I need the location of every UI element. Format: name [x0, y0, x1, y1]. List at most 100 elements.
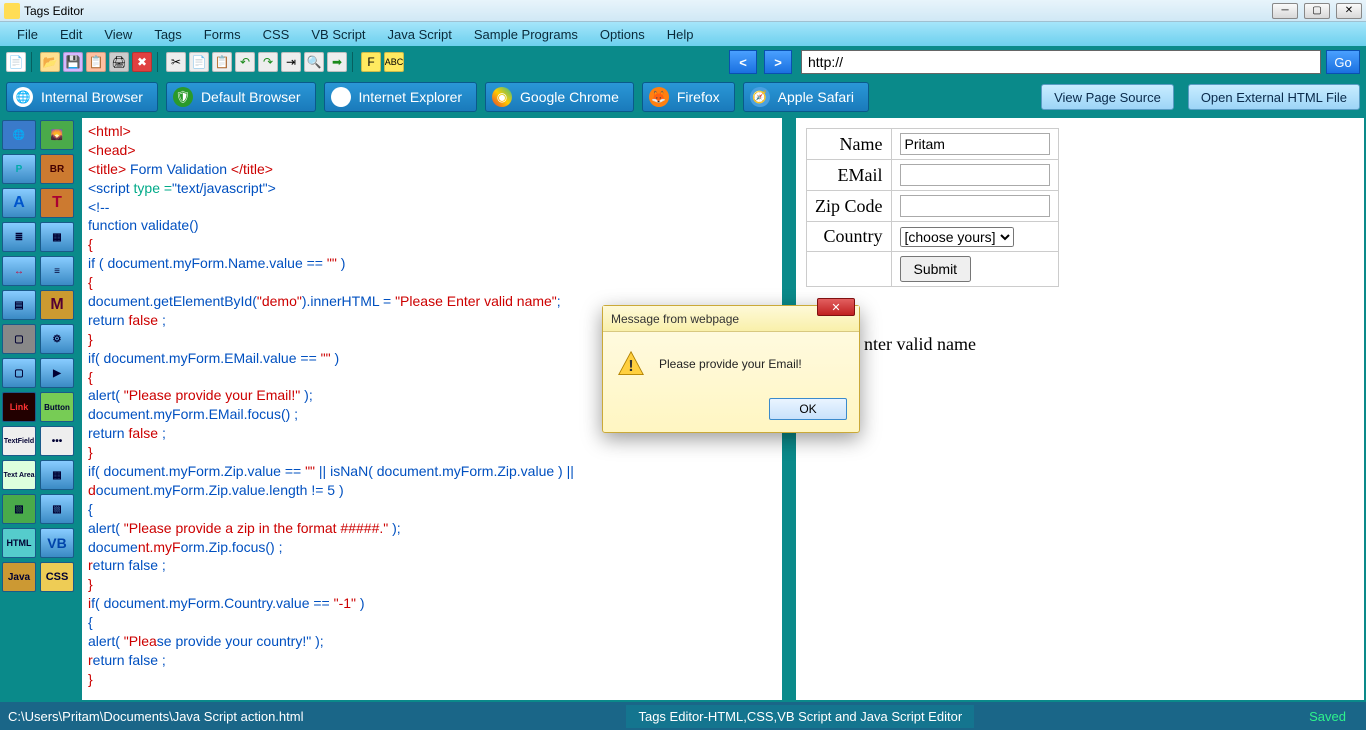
abc-icon[interactable]: ABC [384, 52, 404, 72]
tool-css[interactable]: CSS [40, 562, 74, 592]
tool-image[interactable]: 🌄 [40, 120, 74, 150]
indent-icon[interactable]: ⇥ [281, 52, 301, 72]
tool-list[interactable]: ≣ [2, 222, 36, 252]
tool-textarea[interactable]: Text Area [2, 460, 36, 490]
tool-globe[interactable]: 🌐 [2, 120, 36, 150]
tool-t[interactable]: T [40, 188, 74, 218]
menu-file[interactable]: File [6, 24, 49, 45]
tool-gear[interactable]: ⚙ [40, 324, 74, 354]
find-icon[interactable]: 🔍 [304, 52, 324, 72]
email-label: EMail [807, 160, 892, 191]
browser-label: Default Browser [201, 89, 301, 105]
menu-forms[interactable]: Forms [193, 24, 252, 45]
status-saved: Saved [1297, 709, 1358, 724]
demo-output: nter valid name [864, 334, 976, 355]
email-input[interactable] [900, 164, 1050, 186]
tool-play[interactable]: ▶ [40, 358, 74, 388]
menu-css[interactable]: CSS [252, 24, 301, 45]
minimize-button[interactable]: ─ [1272, 3, 1298, 19]
tool-a[interactable]: A [2, 188, 36, 218]
menu-javascript[interactable]: Java Script [377, 24, 463, 45]
new-icon[interactable]: 📄 [6, 52, 26, 72]
tool-br[interactable]: BR [40, 154, 74, 184]
left-toolbox: 🌐 🌄 P BR A T ≣ ▦ ↔ ≡ ▤ M ▢ ⚙ ▢ ▶ Link Bu… [0, 116, 80, 702]
dialog-ok-button[interactable]: OK [769, 398, 847, 420]
tool-img1[interactable]: ▧ [2, 494, 36, 524]
nav-back-button[interactable]: < [729, 50, 757, 74]
status-app: Tags Editor-HTML,CSS,VB Script and Java … [626, 705, 974, 728]
country-select[interactable]: [choose yours] [900, 227, 1014, 247]
delete-icon[interactable]: ✖ [132, 52, 152, 72]
copy-icon[interactable]: 📄 [189, 52, 209, 72]
saveall-icon[interactable]: 📋 [86, 52, 106, 72]
view-page-source-button[interactable]: View Page Source [1041, 84, 1174, 110]
tool-panel[interactable]: ▢ [2, 358, 36, 388]
menu-help[interactable]: Help [656, 24, 705, 45]
browser-ie[interactable]: e Internet Explorer [324, 82, 478, 112]
undo-icon[interactable]: ↶ [235, 52, 255, 72]
browser-label: Firefox [677, 89, 720, 105]
country-label: Country [807, 222, 892, 252]
tool-hr[interactable]: ↔ [2, 256, 36, 286]
menubar: File Edit View Tags Forms CSS VB Script … [0, 22, 1366, 46]
menu-tags[interactable]: Tags [143, 24, 192, 45]
run-icon[interactable]: ➡ [327, 52, 347, 72]
browser-default[interactable]: 🛡 Default Browser [166, 82, 316, 112]
paste-icon[interactable]: 📋 [212, 52, 232, 72]
close-button[interactable]: ✕ [1336, 3, 1362, 19]
nav-forward-button[interactable]: > [764, 50, 792, 74]
submit-button[interactable] [900, 256, 972, 282]
status-path: C:\Users\Pritam\Documents\Java Script ac… [8, 709, 303, 724]
toolbar: 📄 📂 💾 📋 🖨 ✖ ✂ 📄 📋 ↶ ↷ ⇥ 🔍 ➡ F ABC < > Go [0, 46, 1366, 78]
menu-sample[interactable]: Sample Programs [463, 24, 589, 45]
menu-vbscript[interactable]: VB Script [300, 24, 376, 45]
browser-label: Internet Explorer [359, 89, 463, 105]
menu-edit[interactable]: Edit [49, 24, 93, 45]
tool-vb[interactable]: VB [40, 528, 74, 558]
tool-rows[interactable]: ▤ [2, 290, 36, 320]
maximize-button[interactable]: ▢ [1304, 3, 1330, 19]
cut-icon[interactable]: ✂ [166, 52, 186, 72]
svg-text:!: ! [628, 358, 633, 375]
tool-table[interactable]: ▦ [40, 222, 74, 252]
go-button[interactable]: Go [1326, 50, 1360, 74]
shield-icon: 🛡 [173, 87, 193, 107]
print-icon[interactable]: 🖨 [109, 52, 129, 72]
ie-icon: e [331, 87, 351, 107]
tool-p[interactable]: P [2, 154, 36, 184]
tool-link[interactable]: Link [2, 392, 36, 422]
dialog-title: Message from webpage [611, 312, 739, 326]
tool-java[interactable]: Java [2, 562, 36, 592]
menu-options[interactable]: Options [589, 24, 656, 45]
browser-firefox[interactable]: 🦊Firefox [642, 82, 735, 112]
name-input[interactable] [900, 133, 1050, 155]
app-icon [4, 3, 20, 19]
zip-input[interactable] [900, 195, 1050, 217]
save-icon[interactable]: 💾 [63, 52, 83, 72]
browser-safari[interactable]: 🧭 Apple Safari [743, 82, 869, 112]
tool-textfield[interactable]: TextField [2, 426, 36, 456]
tool-img2[interactable]: ▧ [40, 494, 74, 524]
chrome-icon: ◉ [492, 87, 512, 107]
warning-icon: ! [617, 350, 645, 378]
browser-label: Apple Safari [778, 89, 854, 105]
dialog-titlebar[interactable]: Message from webpage ✕ [603, 306, 859, 332]
tool-m[interactable]: M [40, 290, 74, 320]
tool-dots[interactable]: ••• [40, 426, 74, 456]
tool-grid2[interactable]: ▦ [40, 460, 74, 490]
tool-lines[interactable]: ≡ [40, 256, 74, 286]
tool-html[interactable]: HTML [2, 528, 36, 558]
tool-box[interactable]: ▢ [2, 324, 36, 354]
menu-view[interactable]: View [93, 24, 143, 45]
open-icon[interactable]: 📂 [40, 52, 60, 72]
safari-icon: 🧭 [750, 87, 770, 107]
font-icon[interactable]: F [361, 52, 381, 72]
redo-icon[interactable]: ↷ [258, 52, 278, 72]
tool-button[interactable]: Button [40, 392, 74, 422]
browser-internal[interactable]: 🌐Internal Browser [6, 82, 158, 112]
dialog-close-button[interactable]: ✕ [817, 298, 855, 316]
browser-chrome[interactable]: ◉Google Chrome [485, 82, 634, 112]
open-external-button[interactable]: Open External HTML File [1188, 84, 1360, 110]
url-input[interactable] [801, 50, 1321, 74]
zip-label: Zip Code [807, 191, 892, 222]
